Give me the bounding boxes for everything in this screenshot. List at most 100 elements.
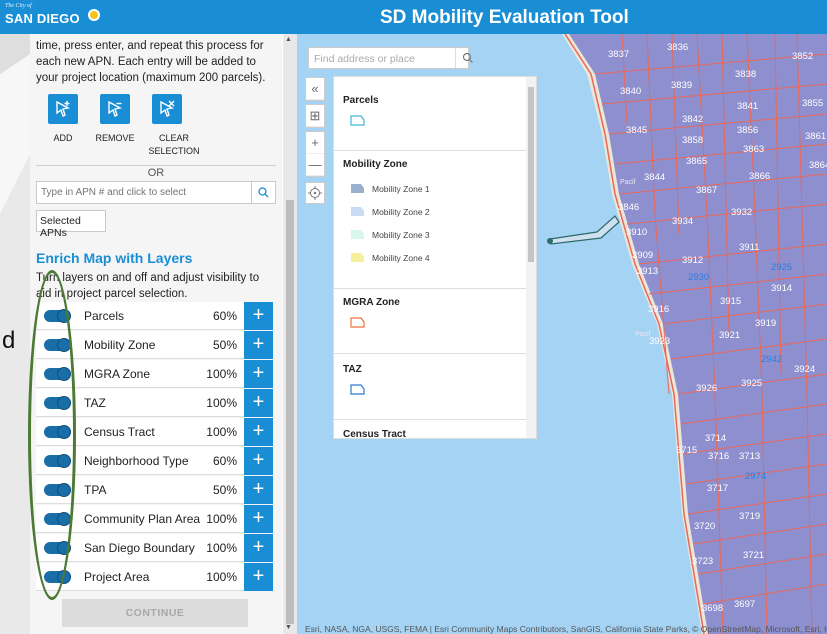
select-arrow-icon: [56, 100, 71, 117]
map-search-placeholder: Find address or place: [314, 53, 415, 65]
layer-expand-button[interactable]: +: [244, 534, 273, 562]
legend-panel[interactable]: Parcels Mobility Zone Mobility Zone 1 Mo…: [333, 76, 537, 439]
mgra-swatch-icon: [350, 317, 365, 328]
locate-button[interactable]: [305, 182, 325, 204]
remove-parcel-button[interactable]: [100, 94, 130, 124]
parcel-label: 3865: [686, 156, 708, 167]
layer-expand-button[interactable]: +: [244, 563, 273, 591]
add-parcel-button[interactable]: [48, 94, 78, 124]
parcel-label: 3866: [749, 171, 771, 182]
collapse-control[interactable]: «: [305, 77, 325, 101]
legend-item: Mobility Zone 3: [372, 230, 430, 240]
add-label: ADD: [53, 133, 73, 143]
layer-name: Community Plan Area: [84, 512, 201, 526]
apn-search-button[interactable]: [251, 181, 276, 204]
parcel-label: 3713: [739, 451, 761, 462]
enrich-description: Turn layers on and off and adjust visibi…: [36, 272, 260, 300]
zoom-control: + —: [305, 131, 325, 177]
parcel-label: 3925: [741, 378, 763, 389]
layer-name: TPA: [84, 483, 107, 497]
city-logo[interactable]: SAN DIEGO: [5, 11, 80, 26]
parcel-label: 3924: [794, 364, 816, 375]
legend-section-title: Census Tract: [343, 429, 406, 439]
parcel-label: 3932: [731, 207, 753, 218]
apn-input[interactable]: [36, 181, 252, 204]
legend-section-title: MGRA Zone: [343, 297, 400, 308]
zoom-out-icon[interactable]: —: [306, 154, 324, 176]
app-header: The City of SAN DIEGO SD Mobility Evalua…: [0, 0, 827, 34]
parcel-label: 3714: [705, 433, 727, 444]
mobility-zone-4-swatch: [351, 253, 364, 262]
layer-opacity: 100%: [206, 425, 237, 439]
parcel-label: 3846: [618, 202, 640, 213]
layer-row-san-diego-boundary: San Diego Boundary 100% +: [36, 534, 273, 562]
decorative-shape: [0, 34, 30, 214]
layer-expand-button[interactable]: +: [244, 302, 273, 330]
legend-divider: [334, 150, 528, 151]
parcel-label: 3863: [743, 144, 765, 155]
layer-opacity: 100%: [206, 541, 237, 555]
enrich-title: Enrich Map with Layers: [36, 250, 193, 266]
map-search-button[interactable]: [455, 48, 480, 68]
parcel-label: 3934: [672, 216, 694, 227]
crosshair-icon: [308, 186, 322, 200]
legend-section-title: Parcels: [343, 95, 379, 106]
map-view[interactable]: 3837 3836 3852 3838 3840 3839 3855 3841 …: [297, 34, 827, 634]
parcel-label: 3856: [737, 125, 759, 136]
layer-row-project-area: Project Area 100% +: [36, 563, 273, 591]
taz-swatch-icon: [350, 384, 365, 395]
parcel-label: 3919: [755, 318, 777, 329]
scroll-up-icon[interactable]: ▲: [285, 36, 292, 43]
layer-name: MGRA Zone: [84, 367, 151, 381]
layer-expand-button[interactable]: +: [244, 447, 273, 475]
instructions-text: time, press enter, and repeat this proce…: [36, 40, 266, 84]
layer-opacity: 60%: [212, 454, 237, 468]
legend-item: Mobility Zone 1: [372, 184, 430, 194]
layer-expand-button[interactable]: +: [244, 360, 273, 388]
parcel-label: 3913: [637, 266, 659, 277]
parcel-label: 3867: [696, 185, 718, 196]
layer-expand-button[interactable]: +: [244, 389, 273, 417]
layer-opacity: 50%: [212, 338, 237, 352]
parcel-label: 3840: [620, 86, 642, 97]
parcel-label: 3923: [649, 336, 671, 347]
parcel-label: 3915: [720, 296, 742, 307]
parcel-label: 3837: [608, 49, 630, 60]
layer-expand-button[interactable]: +: [244, 331, 273, 359]
selected-apns-button[interactable]: Selected APNs: [36, 210, 106, 239]
parcel-label: 3852: [792, 51, 814, 62]
panel-scroll-thumb[interactable]: [286, 200, 294, 624]
layer-opacity: 100%: [206, 367, 237, 381]
parcel-label: 3716: [708, 451, 730, 462]
divider: [36, 165, 276, 166]
layer-expand-button[interactable]: +: [244, 476, 273, 504]
layer-expand-button[interactable]: +: [244, 418, 273, 446]
parcel-label: 3914: [771, 283, 793, 294]
mobility-zone-3-swatch: [351, 230, 364, 239]
collapse-icon[interactable]: «: [306, 78, 324, 100]
legend-item: Mobility Zone 4: [372, 253, 430, 263]
layer-expand-button[interactable]: +: [244, 505, 273, 533]
parcel-label: 3844: [644, 172, 666, 183]
parcel-label: 3909: [632, 250, 654, 261]
continue-button[interactable]: CONTINUE: [62, 599, 248, 627]
zoom-in-icon[interactable]: +: [306, 132, 324, 154]
clear-selection-button[interactable]: [152, 94, 182, 124]
legend-scroll-thumb[interactable]: [528, 87, 534, 262]
legend-section-title: TAZ: [343, 364, 362, 375]
search-icon: [462, 52, 473, 63]
parcel-label: 3916: [648, 304, 670, 315]
basemap-grid-icon[interactable]: ⊞: [306, 105, 324, 127]
legend-scrollbar[interactable]: [526, 77, 536, 438]
scroll-down-icon[interactable]: ▼: [285, 624, 292, 631]
parcel-label: 3855: [802, 98, 824, 109]
map-search-box[interactable]: Find address or place: [308, 47, 473, 69]
select-arrow-icon: [108, 100, 123, 117]
map-attribution: Esri, NASA, NGA, USGS, FEMA | Esri Commu…: [305, 624, 827, 634]
basemap-control[interactable]: ⊞: [305, 104, 325, 128]
parcel-label: 3720: [694, 521, 716, 532]
annotation-oval: [28, 270, 76, 600]
place-label: Pacif: [635, 331, 651, 338]
parcel-label: 3719: [739, 511, 761, 522]
parcel-swatch-icon: [350, 115, 365, 126]
